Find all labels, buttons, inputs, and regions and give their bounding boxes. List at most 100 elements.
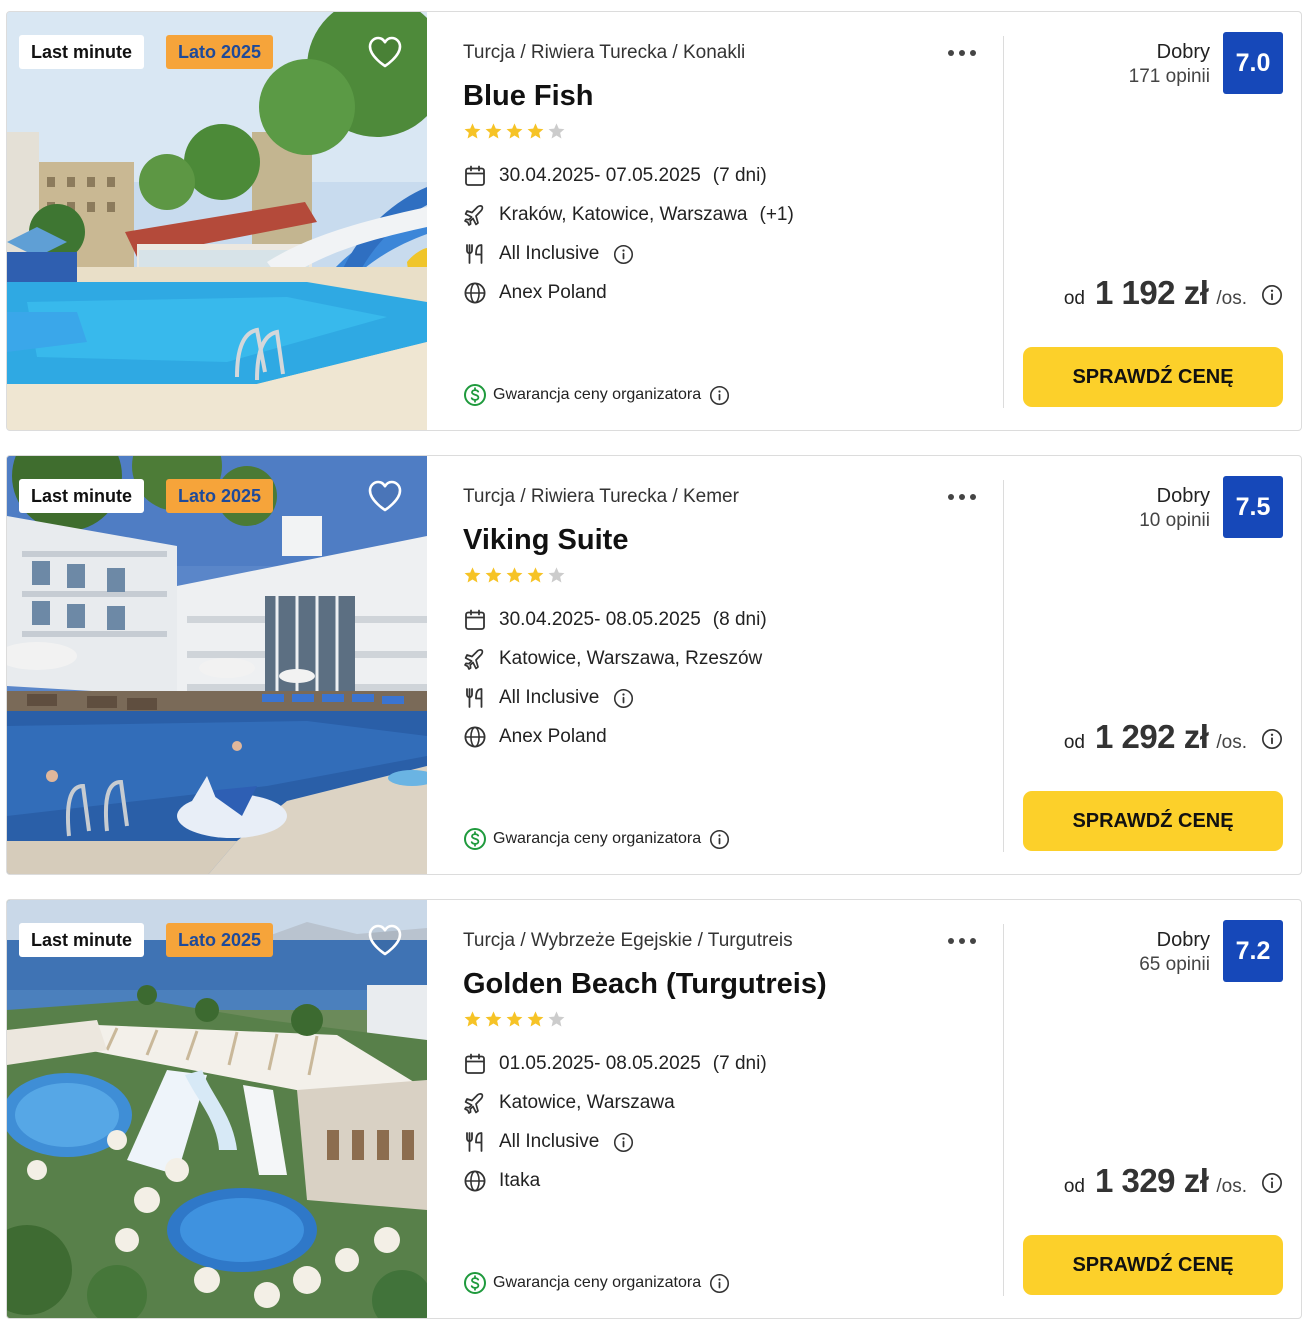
tour-operator: Anex Poland — [463, 279, 607, 307]
more-dots-icon — [948, 938, 954, 944]
hotel-photo-image — [7, 12, 427, 430]
price-block: od 1 329 zł /os. — [1064, 1162, 1283, 1200]
offer-card[interactable]: Last minute Lato 2025 Turcja / Wybrzeże … — [6, 899, 1302, 1319]
departure-text: Katowice, Warszawa, Rzeszów — [499, 648, 763, 669]
star-icon — [484, 1010, 503, 1029]
tour-operator: Anex Poland — [463, 723, 607, 751]
check-price-button[interactable]: SPRAWDŹ CENĘ — [1023, 347, 1283, 407]
rating-words: Dobry 171 opinii — [1129, 40, 1210, 90]
season-badge: Lato 2025 — [166, 479, 274, 513]
guarantee-text: Gwarancja ceny organizatora — [493, 1274, 702, 1291]
more-dots-icon — [948, 50, 954, 56]
utensils-icon — [463, 686, 487, 710]
column-divider — [1003, 36, 1004, 408]
globe-icon — [463, 1169, 487, 1193]
plane-icon — [463, 647, 487, 671]
more-options-button[interactable] — [945, 44, 979, 62]
duration-text: (7 dni) — [712, 165, 767, 186]
location-breadcrumb: Turcja / Riwiera Turecka / Konakli — [463, 42, 746, 63]
rating-block[interactable]: Dobry 171 opinii 7.0 — [1129, 32, 1283, 94]
star-icon — [463, 122, 482, 141]
info-icon[interactable] — [709, 1273, 730, 1294]
dollar-circle-icon — [463, 1271, 487, 1295]
rating-block[interactable]: Dobry 65 opinii 7.2 — [1139, 920, 1283, 982]
more-dots-icon — [970, 50, 976, 56]
more-dots-icon — [970, 938, 976, 944]
offer-info: Turcja / Riwiera Turecka / Konakli Blue … — [427, 12, 1003, 431]
info-icon[interactable] — [1261, 1172, 1283, 1194]
hotel-name[interactable]: Golden Beach (Turgutreis) — [463, 968, 827, 1001]
operator-text: Anex Poland — [499, 282, 607, 303]
dates-text: 30.04.2025- 07.05.2025 — [499, 165, 701, 186]
operator-text: Anex Poland — [499, 726, 607, 747]
star-icon — [505, 566, 524, 585]
offer-info: Turcja / Riwiera Turecka / Kemer Viking … — [427, 456, 1003, 875]
tour-operator: Itaka — [463, 1167, 540, 1195]
calendar-icon — [463, 164, 487, 188]
departure-more-link[interactable]: (+1) — [760, 204, 794, 226]
rating-block[interactable]: Dobry 10 opinii 7.5 — [1139, 476, 1283, 538]
location-breadcrumb: Turcja / Wybrzeże Egejskie / Turgutreis — [463, 930, 793, 951]
more-options-button[interactable] — [945, 488, 979, 506]
board-type: All Inclusive — [463, 240, 634, 268]
info-icon[interactable] — [1261, 284, 1283, 306]
dollar-circle-icon — [463, 827, 487, 851]
hotel-photo[interactable]: Last minute Lato 2025 — [7, 456, 427, 874]
offer-card[interactable]: Last minute Lato 2025 Turcja / Riwiera T… — [6, 11, 1302, 431]
star-icon — [463, 566, 482, 585]
hotel-photo[interactable]: Last minute Lato 2025 — [7, 900, 427, 1318]
heart-outline-icon — [366, 34, 404, 70]
travel-dates: 30.04.2025- 08.05.2025 (8 dni) — [463, 606, 767, 634]
price-unit: /os. — [1216, 1176, 1247, 1197]
star-icon — [484, 122, 503, 141]
info-icon[interactable] — [709, 385, 730, 406]
info-icon[interactable] — [613, 1132, 634, 1153]
season-badge: Lato 2025 — [166, 35, 274, 69]
favorite-button[interactable] — [366, 922, 404, 958]
hotel-stars — [463, 1010, 566, 1029]
departure-airports: Katowice, Warszawa, Rzeszów — [463, 645, 762, 673]
favorite-button[interactable] — [366, 478, 404, 514]
more-dots-icon — [959, 50, 965, 56]
review-count: 10 opinii — [1139, 510, 1210, 531]
hotel-name[interactable]: Viking Suite — [463, 524, 628, 557]
calendar-icon — [463, 608, 487, 632]
dates-text: 01.05.2025- 08.05.2025 — [499, 1053, 701, 1074]
hotel-photo[interactable]: Last minute Lato 2025 — [7, 12, 427, 430]
check-price-button[interactable]: SPRAWDŹ CENĘ — [1023, 1235, 1283, 1295]
hotel-name[interactable]: Blue Fish — [463, 80, 594, 113]
utensils-icon — [463, 242, 487, 266]
price-guarantee: Gwarancja ceny organizatora — [463, 1271, 730, 1295]
star-icon — [505, 122, 524, 141]
location-breadcrumb: Turcja / Riwiera Turecka / Kemer — [463, 486, 739, 507]
departure-airports: Kraków, Katowice, Warszawa (+1) — [463, 201, 794, 229]
more-options-button[interactable] — [945, 932, 979, 950]
more-dots-icon — [959, 494, 965, 500]
review-count: 65 opinii — [1139, 954, 1210, 975]
departure-text: Kraków, Katowice, Warszawa — [499, 204, 748, 225]
hotel-stars — [463, 122, 566, 141]
travel-dates: 30.04.2025- 07.05.2025 (7 dni) — [463, 162, 767, 190]
column-divider — [1003, 924, 1004, 1296]
favorite-button[interactable] — [366, 34, 404, 70]
hotel-photo-image — [7, 900, 427, 1318]
column-divider — [1003, 480, 1004, 852]
heart-outline-icon — [366, 922, 404, 958]
last-minute-badge: Last minute — [19, 35, 145, 69]
info-icon[interactable] — [613, 244, 634, 265]
price-guarantee: Gwarancja ceny organizatora — [463, 383, 730, 407]
globe-icon — [463, 725, 487, 749]
price-amount: 1 329 zł — [1094, 1162, 1209, 1199]
info-icon[interactable] — [613, 688, 634, 709]
duration-text: (7 dni) — [712, 1053, 767, 1074]
info-icon[interactable] — [709, 829, 730, 850]
hotel-photo-image — [7, 456, 427, 874]
offer-card[interactable]: Last minute Lato 2025 Turcja / Riwiera T… — [6, 455, 1302, 875]
star-icon — [547, 122, 566, 141]
info-icon[interactable] — [1261, 728, 1283, 750]
plane-icon — [463, 203, 487, 227]
check-price-button[interactable]: SPRAWDŹ CENĘ — [1023, 791, 1283, 851]
rating-label: Dobry — [1156, 41, 1210, 63]
price-unit: /os. — [1216, 732, 1247, 753]
more-dots-icon — [970, 494, 976, 500]
